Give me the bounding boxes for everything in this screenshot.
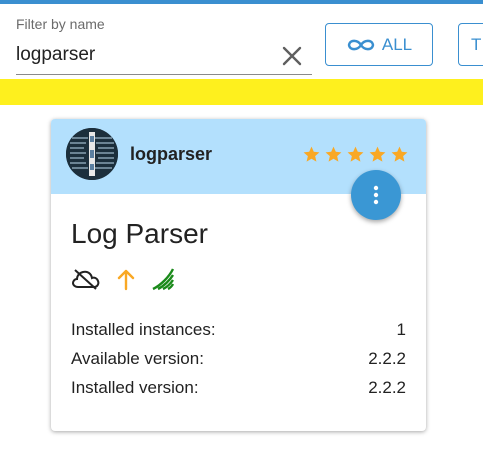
status-icons — [71, 267, 177, 291]
update-arrow-icon[interactable] — [116, 267, 136, 291]
detail-value: 2.2.2 — [368, 348, 406, 368]
detail-label: Available version: — [71, 348, 204, 368]
detail-value: 1 — [396, 319, 406, 339]
detail-label: Installed version: — [71, 377, 199, 397]
star-icon — [391, 146, 408, 162]
adapter-name: logparser — [130, 144, 213, 164]
detail-row: Installed instances: 1 — [71, 315, 406, 344]
detail-row: Installed version: 2.2.2 — [71, 373, 406, 402]
star-icon — [347, 146, 364, 162]
adapter-title: Log Parser — [71, 218, 208, 249]
next-filter-button[interactable]: T — [458, 23, 483, 66]
detail-value: 2.2.2 — [368, 377, 406, 397]
next-filter-label: T — [471, 34, 482, 54]
filter-label: Filter by name — [16, 16, 105, 32]
yellow-banner — [0, 79, 483, 105]
filter-by-name-field[interactable]: Filter by name — [16, 14, 312, 76]
adapter-details: Installed instances: 1 Available version… — [71, 315, 406, 402]
infinity-icon — [347, 39, 375, 50]
signal-icon — [152, 268, 175, 291]
adapter-avatar — [66, 128, 118, 180]
more-actions-button[interactable] — [351, 170, 401, 220]
star-icon — [369, 146, 386, 162]
cloud-off-icon — [71, 269, 100, 290]
filter-input[interactable] — [16, 42, 276, 68]
adapter-logo-image — [66, 128, 118, 180]
more-vert-icon — [373, 185, 379, 205]
star-icon — [303, 146, 320, 162]
detail-row: Available version: 2.2.2 — [71, 344, 406, 373]
filter-underline — [16, 74, 312, 75]
clear-icon[interactable] — [281, 45, 303, 67]
all-button[interactable]: ALL — [325, 23, 433, 66]
adapter-card: logparser Log Parser Installed instances… — [51, 119, 426, 431]
detail-label: Installed instances: — [71, 319, 216, 339]
top-accent-bar — [0, 0, 483, 4]
star-icon — [325, 146, 342, 162]
all-button-label: ALL — [381, 34, 413, 54]
rating-stars — [302, 145, 409, 164]
